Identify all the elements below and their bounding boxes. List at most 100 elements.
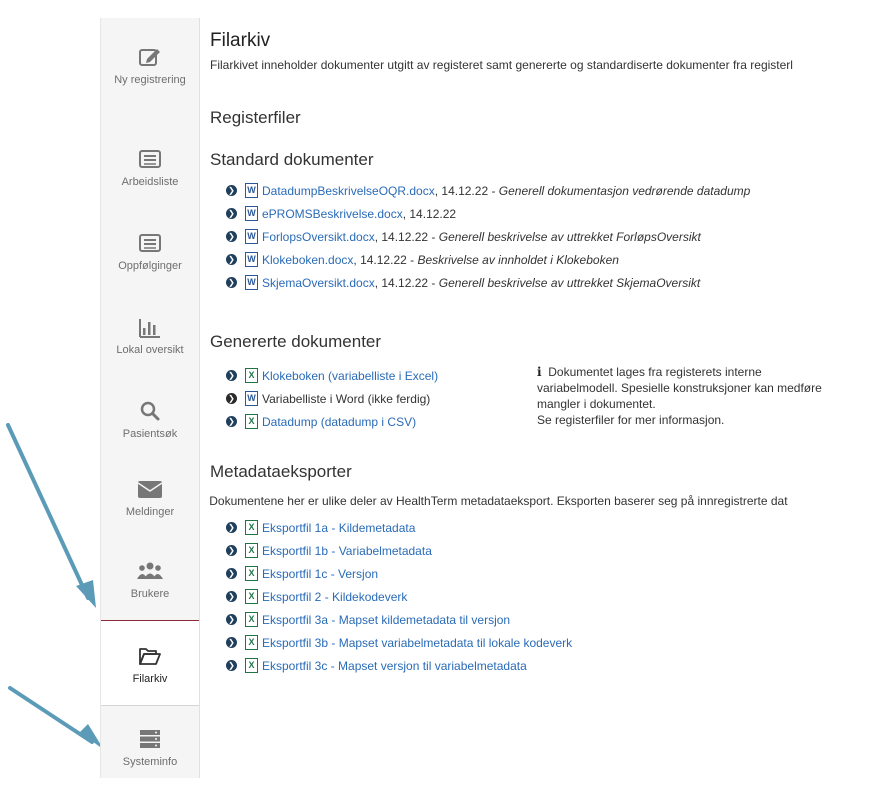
- sidebar-item-filarkiv[interactable]: Filarkiv: [101, 620, 199, 706]
- chevron-right-icon: ❯: [226, 522, 237, 533]
- excel-doc-icon: X: [245, 589, 258, 604]
- file-link[interactable]: Eksportfil 3a - Mapset kildemetadata til…: [262, 613, 510, 627]
- sidebar: Ny registrering Arbeidsliste Oppfølginge…: [100, 18, 200, 778]
- users-icon: [137, 562, 163, 579]
- excel-doc-icon: X: [245, 414, 258, 429]
- sidebar-item-arbeidsliste[interactable]: Arbeidsliste: [101, 146, 199, 189]
- chevron-right-icon: ❯: [226, 185, 237, 196]
- chevron-right-icon: ❯: [226, 416, 237, 427]
- chevron-right-icon: ❯: [226, 208, 237, 219]
- page-description: Filarkivet inneholder dokumenter utgitt …: [210, 58, 793, 72]
- sidebar-item-label: Lokal oversikt: [116, 344, 184, 356]
- list-item: ❯ W DatadumpBeskrivelseOQR.docx , 14.12.…: [226, 179, 750, 202]
- list-item: ❯ W SkjemaOversikt.docx , 14.12.22 - Gen…: [226, 271, 750, 294]
- chevron-right-icon: ❯: [226, 254, 237, 265]
- sidebar-item-systeminfo[interactable]: Systeminfo: [101, 726, 199, 769]
- file-link[interactable]: Eksportfil 3b - Mapset variabelmetadata …: [262, 636, 572, 650]
- registerfiler-heading: Registerfiler: [210, 108, 301, 127]
- search-icon: [140, 401, 160, 421]
- file-link[interactable]: SkjemaOversikt.docx: [262, 276, 375, 290]
- file-label: Variabelliste i Word (ikke ferdig): [262, 391, 431, 406]
- file-note: Generell beskrivelse av uttrekket Skjema…: [438, 275, 701, 290]
- page-title: Filarkiv: [210, 30, 271, 51]
- metadata-export-heading: Metadataeksporter: [210, 462, 352, 481]
- sidebar-item-lokal-oversikt[interactable]: Lokal oversikt: [101, 314, 199, 357]
- info-text: mangler i dokumentet.: [537, 397, 656, 411]
- sidebar-item-ny-registrering[interactable]: Ny registrering: [101, 44, 199, 87]
- list-item: ❯ X Eksportfil 2 - Kildekodeverk: [226, 585, 572, 608]
- list-item: ❯ W Klokeboken.docx , 14.12.22 - Beskriv…: [226, 248, 750, 271]
- file-link[interactable]: Eksportfil 1a - Kildemetadata: [262, 521, 415, 535]
- sidebar-item-label: Brukere: [130, 588, 170, 600]
- main-content: Filarkiv Filarkivet inneholder dokumente…: [210, 30, 873, 787]
- sidebar-item-label: Ny registrering: [114, 74, 186, 86]
- info-text: variabelmodell. Spesielle konstruksjoner…: [537, 381, 822, 395]
- standard-documents-heading: Standard dokumenter: [210, 150, 374, 169]
- file-date: , 14.12.22 -: [434, 183, 496, 198]
- list-item: ❯ W Variabelliste i Word (ikke ferdig): [226, 387, 438, 410]
- metadata-export-list: ❯ X Eksportfil 1a - Kildemetadata ❯ X Ek…: [226, 516, 572, 677]
- generated-documents-list: ❯ X Klokeboken (variabelliste i Excel) ❯…: [226, 364, 438, 433]
- word-doc-icon: W: [245, 183, 258, 198]
- sidebar-item-label: Systeminfo: [122, 756, 178, 768]
- excel-doc-icon: X: [245, 612, 258, 627]
- annotation-arrow-brukere: [6, 423, 96, 608]
- list-item: ❯ X Eksportfil 1c - Versjon: [226, 562, 572, 585]
- file-link[interactable]: Eksportfil 1c - Versjon: [262, 567, 378, 581]
- file-link[interactable]: DatadumpBeskrivelseOQR.docx: [262, 184, 435, 198]
- sidebar-item-meldinger[interactable]: Meldinger: [101, 476, 199, 519]
- chevron-right-icon: ❯: [226, 614, 237, 625]
- file-note: Generell dokumentasjon vedrørende datadu…: [498, 183, 751, 198]
- info-text: Se registerfiler for mer informasjon.: [537, 413, 725, 427]
- sidebar-item-oppfolginger[interactable]: Oppfølginger: [101, 230, 199, 273]
- folder-open-icon: [139, 648, 161, 665]
- sidebar-item-label: Meldinger: [125, 506, 175, 518]
- file-date: , 14.12.22: [402, 206, 457, 221]
- list-item: ❯ X Klokeboken (variabelliste i Excel): [226, 364, 438, 387]
- chevron-right-icon: ❯: [226, 370, 237, 381]
- sidebar-item-label: Filarkiv: [132, 673, 168, 685]
- file-link[interactable]: Eksportfil 1b - Variabelmetadata: [262, 544, 432, 558]
- word-doc-icon: W: [245, 275, 258, 290]
- sidebar-item-label: Oppfølginger: [118, 260, 182, 272]
- word-doc-icon: W: [245, 206, 258, 221]
- file-link[interactable]: ForlopsOversikt.docx: [262, 230, 375, 244]
- list-icon: [139, 150, 161, 168]
- list-item: ❯ W ePROMSBeskrivelse.docx , 14.12.22: [226, 202, 750, 225]
- file-date: , 14.12.22 -: [374, 229, 436, 244]
- chevron-right-icon: ❯: [226, 568, 237, 579]
- file-link[interactable]: Datadump (datadump i CSV): [262, 415, 416, 429]
- file-note: Beskrivelse av innholdet i Klokeboken: [417, 252, 619, 267]
- generated-info-box: i Dokumentet lages fra registerets inter…: [537, 364, 822, 428]
- word-doc-icon: W: [245, 252, 258, 267]
- file-link[interactable]: ePROMSBeskrivelse.docx: [262, 207, 403, 221]
- bar-chart-icon: [139, 319, 160, 338]
- file-link[interactable]: Klokeboken.docx: [262, 253, 353, 267]
- file-link[interactable]: Eksportfil 3c - Mapset versjon til varia…: [262, 659, 527, 673]
- info-icon: i: [537, 365, 542, 379]
- excel-doc-icon: X: [245, 658, 258, 673]
- word-doc-icon: W: [245, 391, 258, 406]
- sidebar-item-brukere[interactable]: Brukere: [101, 558, 199, 601]
- excel-doc-icon: X: [245, 368, 258, 383]
- list-item: ❯ X Eksportfil 3b - Mapset variabelmetad…: [226, 631, 572, 654]
- envelope-icon: [137, 481, 163, 498]
- chevron-right-icon: ❯: [226, 637, 237, 648]
- file-link[interactable]: Eksportfil 2 - Kildekodeverk: [262, 590, 407, 604]
- chevron-right-icon: ❯: [226, 277, 237, 288]
- list-item: ❯ W ForlopsOversikt.docx , 14.12.22 - Ge…: [226, 225, 750, 248]
- list-item: ❯ X Eksportfil 3a - Mapset kildemetadata…: [226, 608, 572, 631]
- chevron-right-icon: ❯: [226, 545, 237, 556]
- sidebar-item-label: Arbeidsliste: [121, 176, 179, 188]
- sidebar-item-pasientsok[interactable]: Pasientsøk: [101, 398, 199, 441]
- list-item: ❯ X Eksportfil 1b - Variabelmetadata: [226, 539, 572, 562]
- file-link[interactable]: Klokeboken (variabelliste i Excel): [262, 369, 438, 383]
- excel-doc-icon: X: [245, 543, 258, 558]
- edit-icon: [139, 49, 160, 66]
- chevron-right-icon: ❯: [226, 231, 237, 242]
- server-icon: [140, 730, 160, 748]
- file-date: , 14.12.22 -: [374, 275, 436, 290]
- excel-doc-icon: X: [245, 520, 258, 535]
- generated-documents-heading: Genererte dokumenter: [210, 332, 382, 351]
- excel-doc-icon: X: [245, 635, 258, 650]
